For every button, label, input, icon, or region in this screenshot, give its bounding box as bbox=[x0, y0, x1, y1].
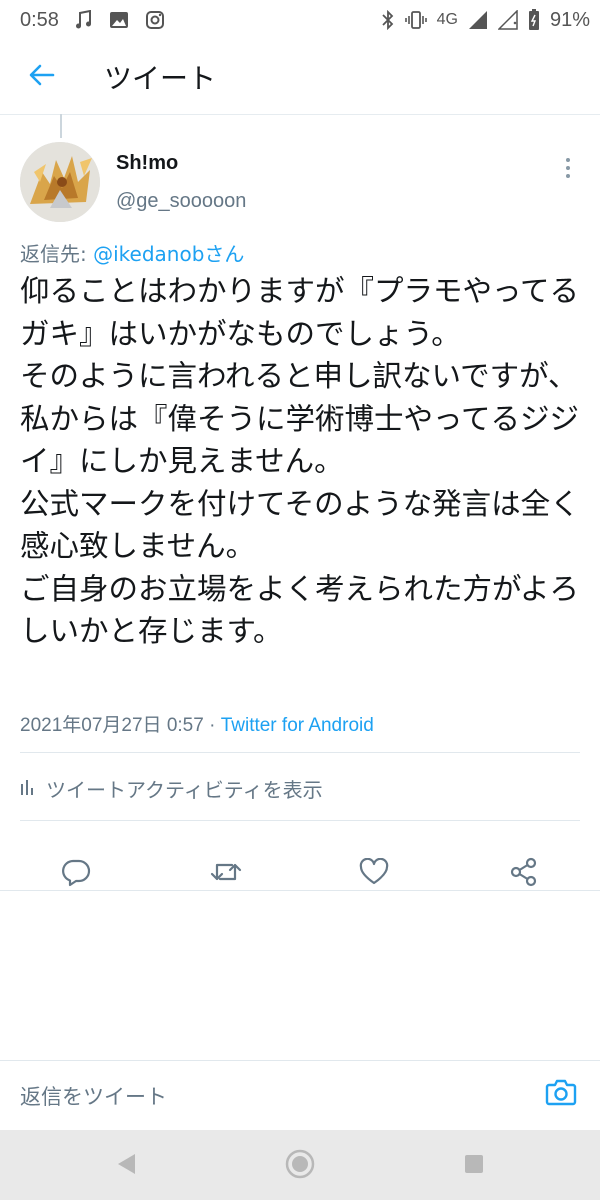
nav-back-button[interactable] bbox=[110, 1150, 142, 1182]
retweet-icon bbox=[210, 857, 242, 891]
nav-home-button[interactable] bbox=[284, 1148, 316, 1184]
tweet-activity-button[interactable]: ツイートアクティビティを表示 bbox=[20, 774, 323, 803]
divider bbox=[0, 890, 600, 891]
tweet-meta: 2021年07月27日 0:57 · Twitter for Android bbox=[20, 710, 374, 737]
home-circle-icon bbox=[284, 1148, 316, 1184]
status-right: 4G 91% bbox=[381, 0, 590, 40]
back-button[interactable] bbox=[22, 57, 62, 97]
user-display-name[interactable]: Sh!mo bbox=[116, 152, 178, 175]
more-dot bbox=[566, 166, 570, 170]
reply-bar: 返信をツイート bbox=[0, 1060, 600, 1131]
instagram-icon bbox=[145, 10, 165, 30]
bluetooth-icon bbox=[381, 10, 395, 30]
reply-icon bbox=[61, 857, 91, 891]
activity-label: ツイートアクティビティを表示 bbox=[46, 778, 323, 802]
image-icon bbox=[109, 11, 129, 29]
battery-level: 91% bbox=[549, 8, 590, 31]
nav-recents-button[interactable] bbox=[458, 1150, 490, 1182]
more-dot bbox=[566, 158, 570, 162]
reply-input[interactable]: 返信をツイート bbox=[20, 1081, 167, 1111]
like-button[interactable] bbox=[358, 857, 390, 890]
camera-button[interactable] bbox=[542, 1075, 580, 1113]
signal-empty-icon bbox=[497, 10, 518, 30]
battery-icon bbox=[528, 9, 540, 31]
thread-line bbox=[60, 114, 62, 138]
avatar[interactable] bbox=[20, 142, 100, 222]
back-triangle-icon bbox=[115, 1152, 137, 1180]
camera-icon bbox=[545, 1077, 577, 1111]
tweet-text: 仰ることはわかりますが『プラモやってるガキ』はいかがなものでしょう。 そのように… bbox=[20, 274, 580, 648]
meta-separator: · bbox=[203, 715, 221, 736]
divider bbox=[20, 820, 580, 821]
reply-to-prefix: 返信先: bbox=[20, 242, 94, 266]
page-title: ツイート bbox=[104, 62, 217, 95]
status-bar: 0:58 4G 91% bbox=[0, 0, 600, 40]
signal-icon bbox=[468, 10, 488, 30]
bar-chart-icon bbox=[20, 777, 36, 801]
status-left: 0:58 bbox=[0, 9, 165, 32]
reply-mention-link[interactable]: @ikedanobさん bbox=[93, 242, 244, 266]
recents-square-icon bbox=[462, 1152, 486, 1180]
share-icon bbox=[509, 857, 539, 891]
more-dot bbox=[566, 174, 570, 178]
network-type: 4G bbox=[436, 11, 458, 28]
heart-icon bbox=[359, 857, 389, 890]
music-icon bbox=[75, 10, 93, 30]
vibrate-icon bbox=[404, 10, 427, 30]
tweet-timestamp[interactable]: 2021年07月27日 0:57 bbox=[20, 715, 204, 736]
arrow-left-icon bbox=[29, 64, 55, 90]
reply-button[interactable] bbox=[60, 858, 92, 890]
reply-to-line: 返信先: @ikedanobさん bbox=[20, 238, 244, 267]
user-handle[interactable]: @ge_sooooon bbox=[116, 190, 246, 213]
share-button[interactable] bbox=[508, 857, 540, 891]
more-options-icon[interactable] bbox=[558, 154, 578, 182]
screen: 0:58 4G 91% ツイート Sh!mo @ge_sooooon 返信先: … bbox=[0, 0, 600, 1200]
divider bbox=[20, 752, 580, 753]
system-nav-bar bbox=[0, 1130, 600, 1200]
tweet-actions bbox=[0, 836, 600, 912]
tweet-source-link[interactable]: Twitter for Android bbox=[221, 715, 374, 736]
app-header: ツイート bbox=[0, 40, 600, 115]
retweet-button[interactable] bbox=[210, 858, 242, 890]
status-time: 0:58 bbox=[20, 8, 59, 31]
